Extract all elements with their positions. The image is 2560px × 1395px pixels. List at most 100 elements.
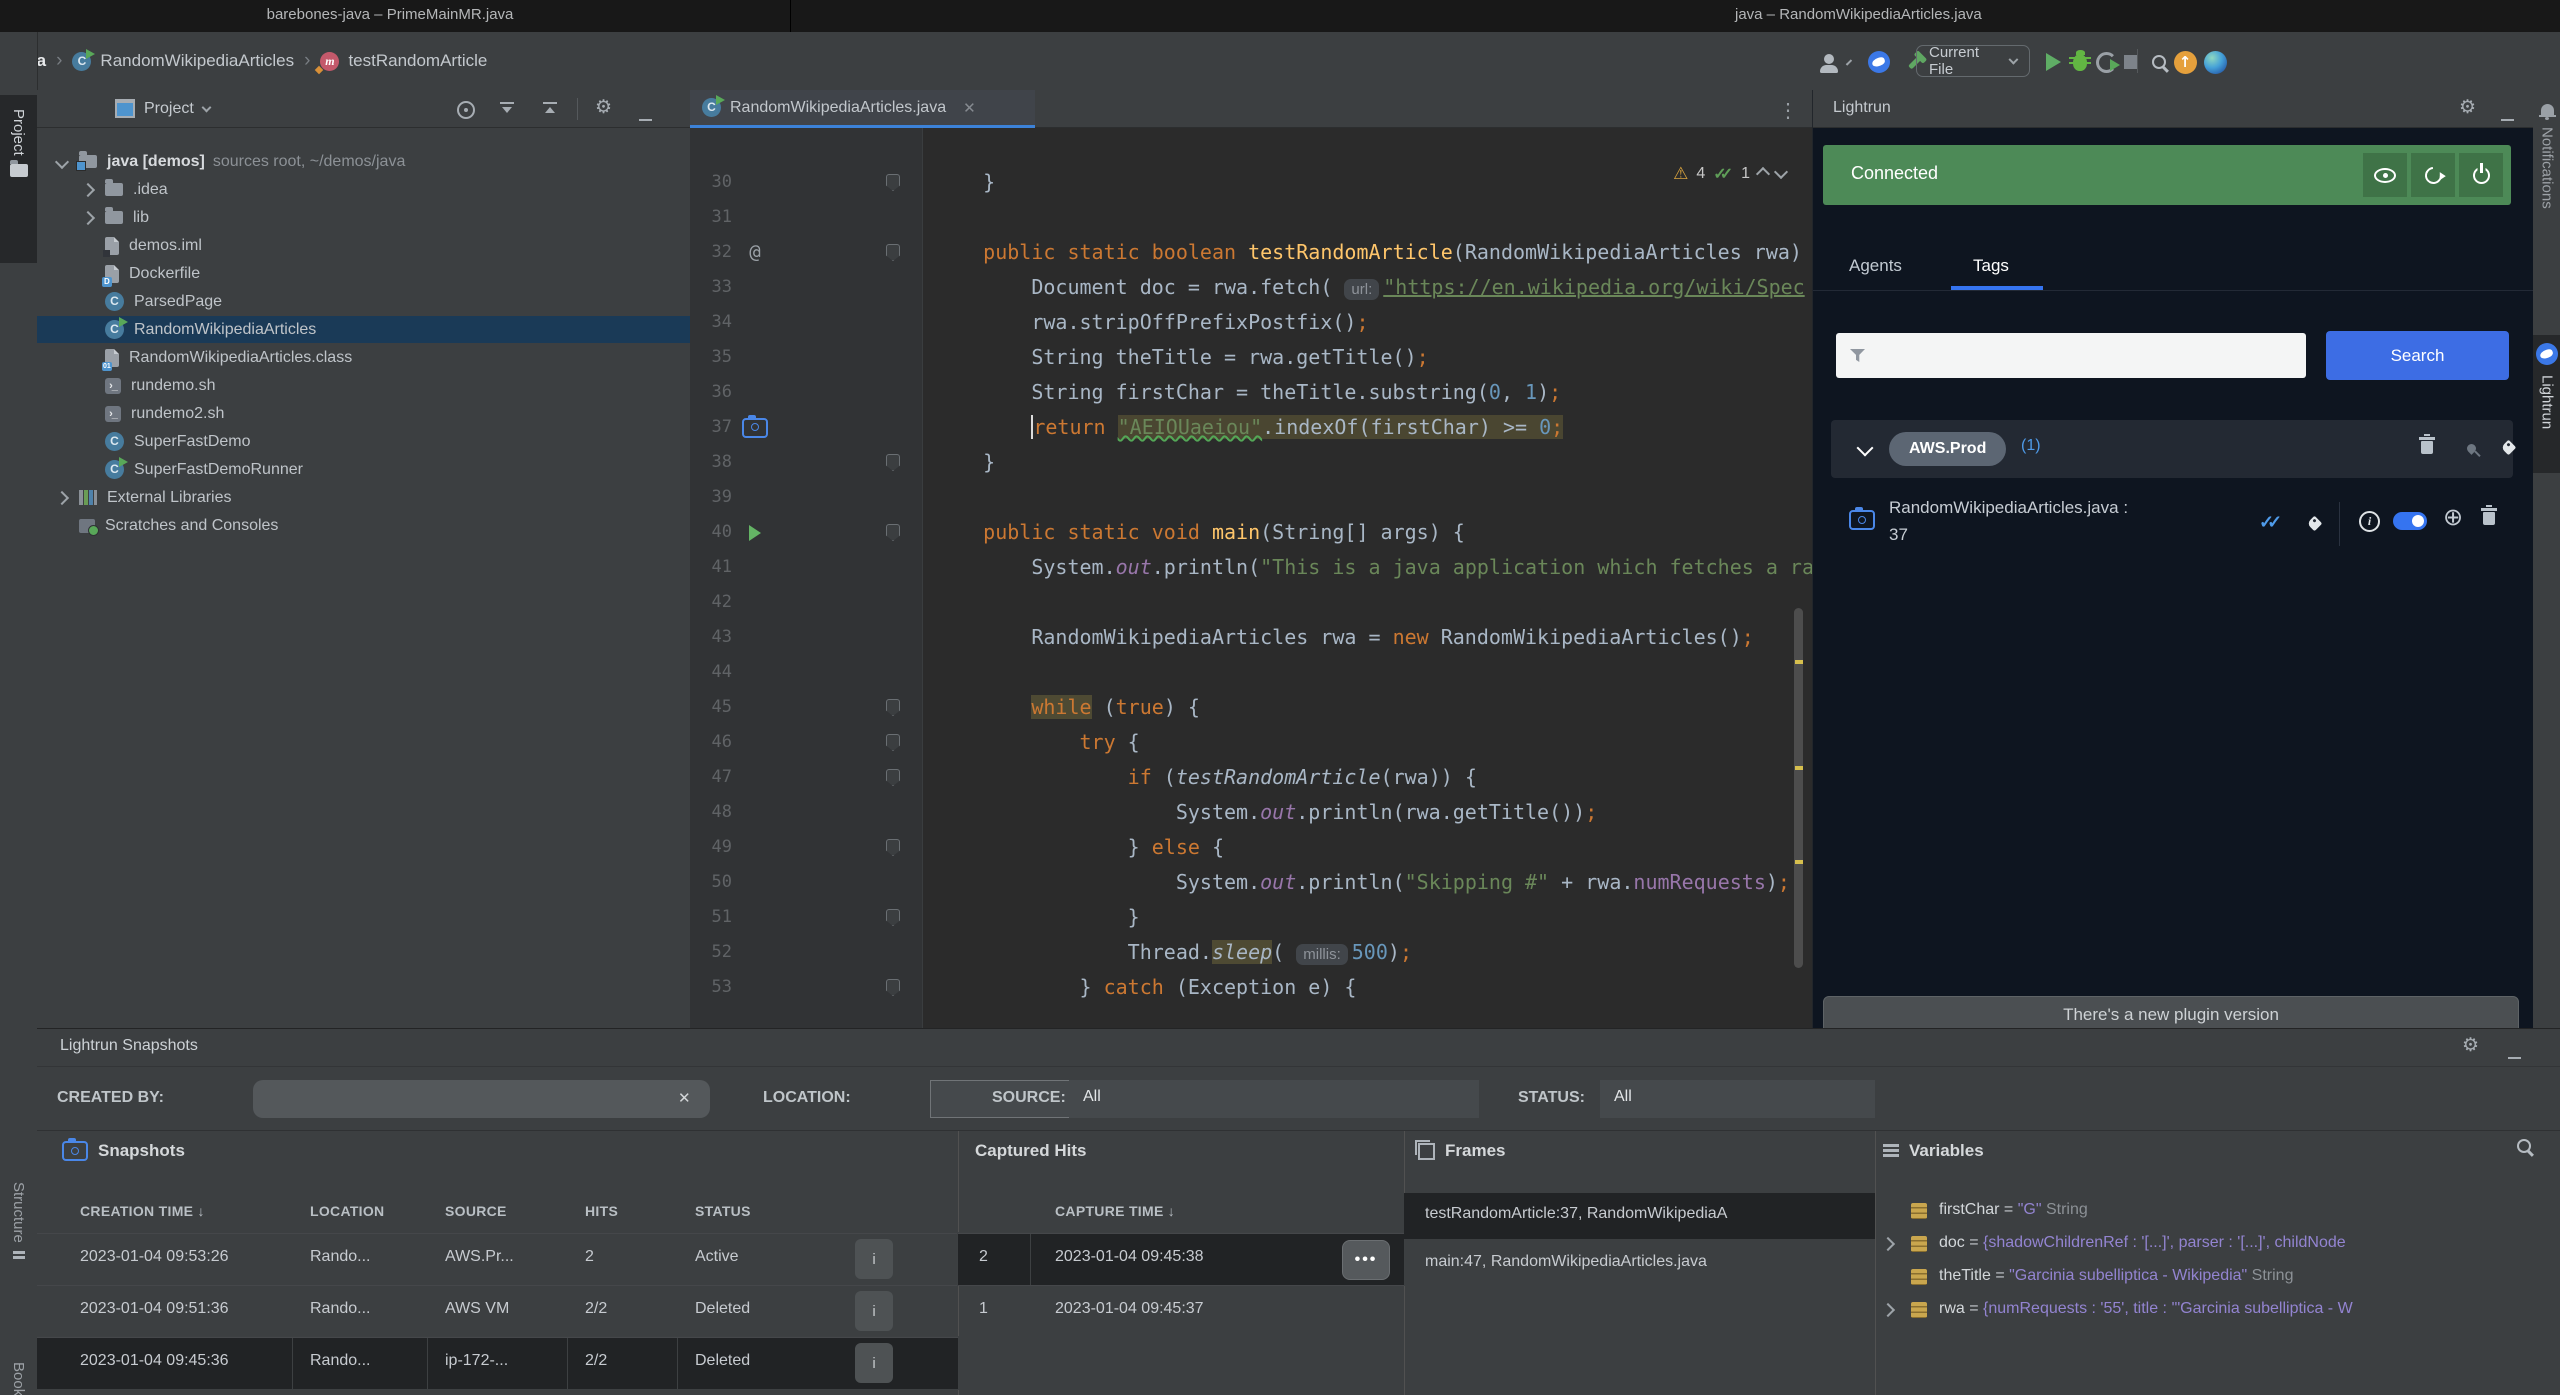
- variable-row[interactable]: rwa = {numRequests : '55', title : '"Gar…: [1875, 1294, 2560, 1327]
- code-line[interactable]: 47 if (testRandomArticle(rwa)) {: [690, 760, 1812, 795]
- tree-item[interactable]: SuperFastDemo: [37, 428, 690, 455]
- close-tab-icon[interactable]: ✕: [963, 99, 976, 117]
- code-line[interactable]: 37 return "AEIOUaeiou".indexOf(firstChar…: [690, 410, 1812, 445]
- code-line[interactable]: 30 }: [690, 165, 1812, 200]
- code-line[interactable]: 45 while (true) {: [690, 690, 1812, 725]
- tags-search-input[interactable]: [1836, 333, 2306, 378]
- snapshot-enabled-toggle[interactable]: [2393, 512, 2427, 535]
- column-header[interactable]: STATUS: [695, 1203, 751, 1219]
- breadcrumb-method[interactable]: testRandomArticle: [348, 51, 487, 71]
- tree-item[interactable]: lib: [37, 204, 690, 231]
- source-select[interactable]: All: [1069, 1080, 1479, 1118]
- frame-row[interactable]: main:47, RandomWikipediaArticles.java: [1404, 1241, 1875, 1287]
- tool-stripe-structure[interactable]: Structure: [0, 1182, 37, 1352]
- pin-tag-icon[interactable]: [2467, 440, 2476, 458]
- created-by-input[interactable]: ✕: [253, 1080, 710, 1118]
- code-line[interactable]: 46 try {: [690, 725, 1812, 760]
- goto-source-icon[interactable]: ⊕: [2443, 506, 2463, 530]
- code-line[interactable]: 49 } else {: [690, 830, 1812, 865]
- code-line[interactable]: 33 Document doc = rwa.fetch( url:"https:…: [690, 270, 1812, 305]
- breadcrumb-class[interactable]: RandomWikipediaArticles: [100, 51, 294, 71]
- fold-marker-icon[interactable]: [886, 839, 900, 856]
- snapshot-info-icon[interactable]: i: [2359, 510, 2380, 532]
- fold-marker-icon[interactable]: [886, 174, 900, 191]
- hit-actions-button[interactable]: •••: [1342, 1240, 1390, 1280]
- disconnect-button[interactable]: [2459, 153, 2503, 197]
- snapshots-settings-gear-icon[interactable]: ⚙: [2462, 1036, 2479, 1055]
- tag-icon[interactable]: [2503, 440, 2514, 458]
- tag-group-header[interactable]: AWS.Prod (1): [1831, 420, 2513, 478]
- code-line[interactable]: 44: [690, 655, 1812, 690]
- tool-stripe-bookmarks[interactable]: Bookmarks: [0, 1362, 37, 1395]
- scrollbar-warning-mark[interactable]: [1795, 860, 1803, 864]
- prev-issue-icon[interactable]: [1756, 167, 1770, 181]
- tree-item[interactable]: SuperFastDemoRunner: [37, 456, 690, 483]
- run-configuration-select[interactable]: Current File: [1916, 45, 2030, 77]
- fold-marker-icon[interactable]: [886, 454, 900, 471]
- stop-button[interactable]: [2118, 49, 2144, 75]
- expand-all-button[interactable]: [500, 102, 514, 121]
- scrollbar-warning-mark[interactable]: [1795, 660, 1803, 664]
- fold-marker-icon[interactable]: [886, 244, 900, 261]
- tab-tags[interactable]: Tags: [1973, 256, 2009, 276]
- expand-variable-icon[interactable]: [1881, 1237, 1895, 1251]
- code-line[interactable]: 40 public static void main(String[] args…: [690, 515, 1812, 550]
- annotation-gutter-icon[interactable]: @: [740, 235, 770, 270]
- lightrun-menu-button[interactable]: [1866, 49, 1892, 75]
- collapse-all-button[interactable]: [543, 102, 557, 121]
- project-settings-gear-icon[interactable]: ⚙: [595, 98, 612, 117]
- fold-marker-icon[interactable]: [886, 979, 900, 996]
- code-line[interactable]: 32@ public static boolean testRandomArti…: [690, 235, 1812, 270]
- code-line[interactable]: 53 } catch (Exception e) {: [690, 970, 1812, 1005]
- delete-snapshot-icon[interactable]: [2483, 508, 2495, 530]
- tree-item[interactable]: Dockerfile: [37, 260, 690, 287]
- reconnect-button[interactable]: [2411, 153, 2455, 197]
- tree-item[interactable]: ParsedPage: [37, 288, 690, 315]
- expand-variable-icon[interactable]: [1881, 1303, 1895, 1317]
- plugin-update-banner[interactable]: There's a new plugin version on the serv…: [1823, 996, 2519, 1028]
- variables-search-icon[interactable]: [2517, 1139, 2531, 1158]
- fold-marker-icon[interactable]: [886, 769, 900, 786]
- scrollbar-warning-mark[interactable]: [1795, 766, 1803, 770]
- lightrun-settings-gear-icon[interactable]: ⚙: [2459, 98, 2476, 117]
- update-available-button[interactable]: ↑: [2172, 49, 2198, 75]
- run-button[interactable]: [2040, 49, 2066, 75]
- tree-item[interactable]: RandomWikipediaArticles.class: [37, 344, 690, 371]
- column-header[interactable]: SOURCE: [445, 1203, 507, 1219]
- code-line[interactable]: 50 System.out.println("Skipping #" + rwa…: [690, 865, 1812, 900]
- editor-options-kebab-icon[interactable]: ⋮: [1778, 98, 1798, 123]
- chevron-down-icon[interactable]: [55, 154, 69, 168]
- fold-marker-icon[interactable]: [886, 909, 900, 926]
- column-header[interactable]: CREATION TIME ↓: [80, 1203, 205, 1219]
- tree-item[interactable]: rundemo.sh: [37, 372, 690, 399]
- column-header[interactable]: LOCATION: [310, 1203, 384, 1219]
- fold-marker-icon[interactable]: [886, 699, 900, 716]
- snapshot-table-row[interactable]: 2023-01-04 09:53:26Rando...AWS.Pr...2Act…: [37, 1233, 958, 1285]
- watch-connection-button[interactable]: [2363, 153, 2407, 197]
- tree-item[interactable]: rundemo2.sh: [37, 400, 690, 427]
- editor-scrollbar[interactable]: [1793, 128, 1805, 1028]
- editor-tab[interactable]: RandomWikipediaArticles.java ✕: [690, 90, 1035, 128]
- code-line[interactable]: 43 RandomWikipediaArticles rwa = new Ran…: [690, 620, 1812, 655]
- snapshot-info-button[interactable]: i: [855, 1239, 893, 1279]
- code-line[interactable]: 52 Thread.sleep( millis:500);: [690, 935, 1812, 970]
- profiler-button[interactable]: [2093, 49, 2119, 75]
- code-with-me-button[interactable]: [2202, 49, 2228, 75]
- collapse-tag-group-icon[interactable]: [1857, 440, 1874, 457]
- chevron-right-icon[interactable]: [81, 182, 95, 196]
- code-line[interactable]: 31: [690, 200, 1812, 235]
- hide-project-panel-button[interactable]: [639, 108, 652, 126]
- tree-item[interactable]: RandomWikipediaArticles: [37, 316, 690, 343]
- snapshot-info-button[interactable]: i: [855, 1343, 893, 1383]
- chevron-right-icon[interactable]: [81, 210, 95, 224]
- tree-item[interactable]: java [demos]sources root, ~/demos/java: [37, 148, 690, 175]
- tree-item[interactable]: .idea: [37, 176, 690, 203]
- snapshot-list-item[interactable]: RandomWikipediaArticles.java : 37 ✓✓ i ⊕: [1831, 492, 2513, 560]
- locate-file-button[interactable]: [457, 101, 475, 124]
- code-line[interactable]: 39: [690, 480, 1812, 515]
- chevron-right-icon[interactable]: [55, 490, 69, 504]
- tree-item[interactable]: External Libraries: [37, 484, 690, 511]
- code-line[interactable]: 41 System.out.println("This is a java ap…: [690, 550, 1812, 585]
- hide-bottom-panel-button[interactable]: [2508, 1046, 2521, 1064]
- variable-row[interactable]: doc = {shadowChildrenRef : '[...]', pars…: [1875, 1228, 2560, 1261]
